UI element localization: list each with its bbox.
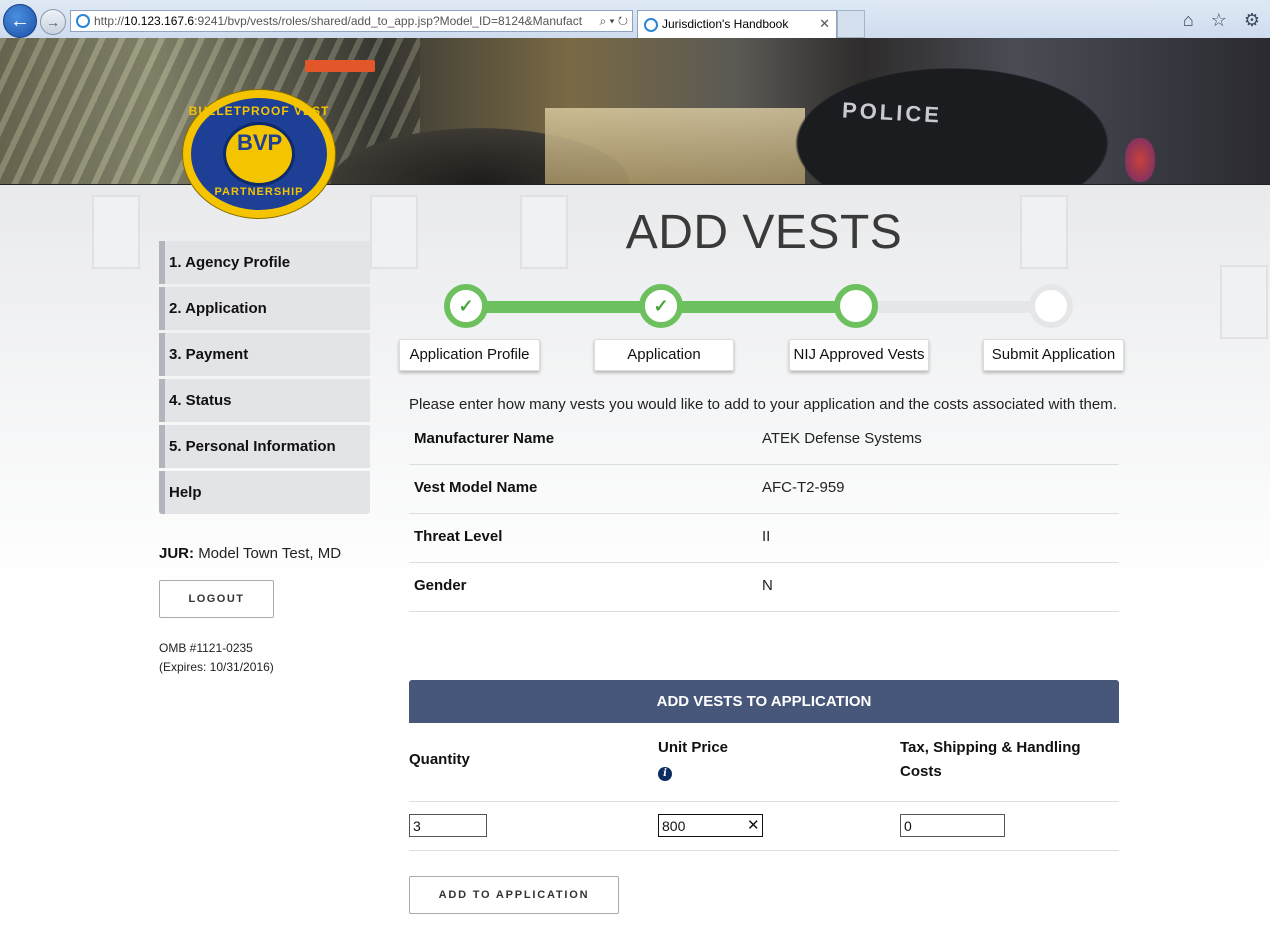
jurisdiction-label: JUR: — [159, 545, 195, 562]
sidebar-item-payment[interactable]: 3. Payment — [159, 333, 370, 376]
info-icon[interactable]: i — [658, 767, 672, 781]
table-row: Manufacturer Name ATEK Defense Systems — [409, 416, 1119, 465]
sidebar-item-help[interactable]: Help — [159, 471, 370, 514]
detail-key: Gender — [414, 577, 467, 594]
detail-value: N — [762, 577, 773, 594]
checkmark-icon: ✓ — [645, 290, 677, 322]
logo-figures: BVP — [237, 130, 283, 155]
bvp-logo: BULLETPROOF VEST BVP PARTNERSHIP — [183, 90, 335, 218]
table-row: Threat Level II — [409, 514, 1119, 563]
ie-logo-icon — [644, 18, 658, 32]
detail-key: Manufacturer Name — [414, 430, 555, 447]
step-submit-application-button[interactable]: Submit Application — [983, 339, 1124, 371]
close-tab-icon[interactable]: ✕ — [819, 11, 830, 37]
url-prefix: http:// — [94, 14, 125, 28]
address-tools-icon[interactable]: ⌕ ▾ ↻ — [595, 11, 628, 31]
jurisdiction-info: JUR: Model Town Test, MD — [159, 545, 341, 562]
detail-key: Vest Model Name — [414, 479, 538, 496]
sidebar-item-agency-profile[interactable]: 1. Agency Profile — [159, 241, 370, 284]
add-vests-panel-header: ADD VESTS TO APPLICATION — [409, 680, 1119, 723]
tax-label-line1: Tax, Shipping & Handling — [900, 739, 1081, 756]
unit-price-column-header: Unit Price i — [658, 736, 728, 784]
step-node-nij-approved-vests — [834, 284, 878, 328]
sidebar-item-status[interactable]: 4. Status — [159, 379, 370, 422]
vest-details-table: Manufacturer Name ATEK Defense Systems V… — [409, 416, 1119, 612]
browser-tab[interactable]: Jurisdiction's Handbook ✕ — [637, 10, 837, 38]
progress-stepper: ✓ ✓ Application Profile Application NIJ … — [399, 284, 1129, 374]
checkmark-icon: ✓ — [450, 290, 482, 322]
logo-bottom-text: PARTNERSHIP — [214, 186, 304, 198]
jurisdiction-value: Model Town Test, MD — [198, 545, 342, 562]
address-bar[interactable]: http://10.123.167.6:9241/bvp/vests/roles… — [70, 10, 633, 32]
instructions-text: Please enter how many vests you would li… — [409, 396, 1117, 413]
detail-value: AFC-T2-959 — [762, 479, 845, 496]
sidebar-item-personal-information[interactable]: 5. Personal Information — [159, 425, 370, 468]
new-tab-button[interactable] — [837, 10, 865, 38]
detail-key: Threat Level — [414, 528, 503, 545]
ie-logo-icon — [76, 14, 90, 28]
clear-input-icon[interactable]: ✕ — [747, 816, 760, 834]
sidebar-item-application[interactable]: 2. Application — [159, 287, 370, 330]
table-row: Vest Model Name AFC-T2-959 — [409, 465, 1119, 514]
back-arrow-icon[interactable]: ← — [3, 4, 37, 38]
url-path: :9241/bvp/vests/roles/shared/add_to_app.… — [194, 14, 583, 28]
detail-value: II — [762, 528, 771, 545]
divider — [409, 801, 1119, 802]
browser-chrome: ← → http://10.123.167.6:9241/bvp/vests/r… — [0, 0, 1270, 39]
logo-top-text: BULLETPROOF VEST — [188, 104, 330, 118]
police-vest-text: POLICE — [841, 97, 943, 128]
tab-title: Jurisdiction's Handbook — [662, 17, 789, 31]
omb-expires: (Expires: 10/31/2016) — [159, 660, 274, 674]
url-host: 10.123.167.6 — [124, 14, 195, 28]
table-row: Gender N — [409, 563, 1119, 612]
step-node-application-profile: ✓ — [444, 284, 488, 328]
quantity-input[interactable] — [409, 814, 487, 837]
quantity-column-header: Quantity — [409, 751, 470, 768]
step-application-button[interactable]: Application — [594, 339, 734, 371]
detail-value: ATEK Defense Systems — [762, 430, 922, 447]
divider — [409, 850, 1119, 851]
omb-number: OMB #1121-0235 — [159, 641, 253, 655]
logout-button[interactable]: LOGOUT — [159, 580, 274, 618]
sidebar-nav: 1. Agency Profile 2. Application 3. Paym… — [159, 241, 370, 514]
page-title: ADD VESTS — [625, 206, 903, 259]
step-node-submit-application — [1029, 284, 1073, 328]
step-node-application: ✓ — [639, 284, 683, 328]
tax-column-header: Tax, Shipping & Handling Costs — [900, 736, 1081, 784]
forward-arrow-icon[interactable]: → — [40, 9, 66, 35]
step-application-profile-button[interactable]: Application Profile — [399, 339, 540, 371]
tax-shipping-input[interactable] — [900, 814, 1005, 837]
home-favorites-settings-icon[interactable]: ⌂ ☆ ⚙ — [1183, 10, 1266, 31]
tax-label-line2: Costs — [900, 763, 942, 780]
unit-price-label: Unit Price — [658, 739, 729, 756]
add-to-application-button[interactable]: ADD TO APPLICATION — [409, 876, 619, 914]
omb-info: OMB #1121-0235 (Expires: 10/31/2016) — [159, 639, 274, 677]
step-nij-approved-vests-button[interactable]: NIJ Approved Vests — [789, 339, 929, 371]
